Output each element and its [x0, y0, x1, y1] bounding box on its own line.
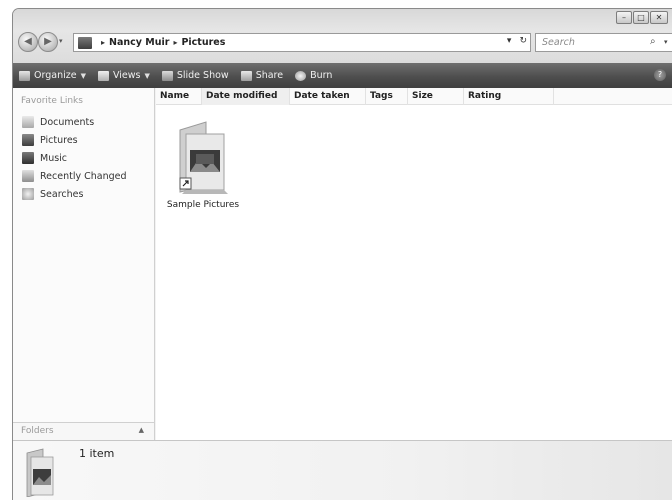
favorite-links-list: Documents Pictures Music Recently Change…	[22, 113, 127, 203]
forward-button[interactable]: ▶	[38, 32, 58, 52]
breadcrumb-pictures[interactable]: Pictures	[181, 37, 225, 48]
sidebar-item-label: Music	[40, 152, 68, 164]
share-label: Share	[255, 70, 284, 81]
refresh-icon[interactable]: ↻	[519, 36, 527, 46]
column-name[interactable]: Name	[156, 88, 202, 105]
views-icon	[97, 70, 109, 81]
favorite-links-header: Favorite Links	[21, 96, 83, 106]
sidebar-item-music[interactable]: Music	[22, 149, 127, 167]
file-list-pane[interactable]: Name Date modified Date taken Tags Size …	[156, 88, 672, 440]
address-actions: ▾ ↻	[507, 36, 527, 46]
address-bar[interactable]: ▸ Nancy Muir ▸ Pictures ▾ ↻	[73, 33, 531, 52]
burn-button[interactable]: Burn	[295, 70, 332, 81]
recently-changed-icon	[22, 170, 34, 182]
search-placeholder: Search	[542, 37, 575, 48]
column-date-taken[interactable]: Date taken	[290, 88, 366, 105]
share-icon	[240, 70, 252, 81]
command-toolbar: Organize ▼ Views ▼ Slide Show Share Burn…	[13, 63, 672, 88]
column-rating[interactable]: Rating	[464, 88, 554, 105]
sidebar-item-recently-changed[interactable]: Recently Changed	[22, 167, 127, 185]
maximize-button[interactable]: □	[633, 11, 649, 24]
sidebar-item-label: Pictures	[40, 134, 78, 146]
pictures-icon	[22, 134, 34, 146]
searches-icon	[22, 188, 34, 200]
chevron-down-icon: ▼	[144, 71, 150, 80]
burn-icon	[295, 70, 307, 81]
column-tags[interactable]: Tags	[366, 88, 408, 105]
breadcrumb-nancy-muir[interactable]: Nancy Muir	[109, 37, 169, 48]
address-dropdown-icon[interactable]: ▾	[507, 36, 512, 46]
slideshow-label: Slide Show	[176, 70, 229, 81]
title-bar: – □ ✕ ◀ ▶ ▾ ▸ Nancy Muir ▸ Pictures ▾ ↻ …	[13, 9, 672, 63]
organize-label: Organize	[34, 70, 77, 81]
organize-icon	[19, 70, 30, 81]
back-button[interactable]: ◀	[18, 32, 38, 52]
organize-button[interactable]: Organize ▼	[19, 70, 86, 81]
minimize-button[interactable]: –	[616, 11, 632, 24]
window-controls: – □ ✕	[616, 11, 668, 24]
documents-icon	[22, 116, 34, 128]
search-icon[interactable]: ⌕	[650, 36, 656, 47]
search-input[interactable]: Search ⌕ ▾	[535, 33, 672, 52]
item-count-text: 1 item	[79, 447, 115, 460]
recent-pages-dropdown[interactable]: ▾	[59, 37, 63, 45]
views-label: Views	[112, 70, 141, 81]
file-name-label: Sample Pictures	[166, 200, 240, 210]
details-pane: 1 item	[13, 440, 672, 500]
music-icon	[22, 152, 34, 164]
navigation-pane: Favorite Links Documents Pictures Music …	[13, 88, 155, 422]
search-dropdown-icon[interactable]: ▾	[664, 38, 668, 46]
sidebar-item-searches[interactable]: Searches	[22, 185, 127, 203]
folder-shortcut-icon	[179, 121, 228, 194]
views-button[interactable]: Views ▼	[97, 70, 150, 81]
chevron-up-icon: ▲	[138, 426, 144, 434]
close-button[interactable]: ✕	[650, 11, 668, 24]
column-size[interactable]: Size	[408, 88, 464, 105]
folders-toggle[interactable]: Folders ▲	[13, 422, 155, 440]
folder-icon	[78, 36, 92, 49]
sidebar-item-documents[interactable]: Documents	[22, 113, 127, 131]
column-headers: Name Date modified Date taken Tags Size …	[156, 88, 672, 105]
breadcrumb-separator-icon[interactable]: ▸	[173, 38, 177, 47]
sidebar-item-label: Documents	[40, 116, 95, 128]
folder-thumbnail-icon	[26, 448, 54, 497]
sidebar-item-pictures[interactable]: Pictures	[22, 131, 127, 149]
explorer-window: – □ ✕ ◀ ▶ ▾ ▸ Nancy Muir ▸ Pictures ▾ ↻ …	[12, 8, 672, 500]
column-date-modified[interactable]: Date modified	[202, 88, 290, 105]
slideshow-icon	[161, 70, 173, 81]
sidebar-item-label: Searches	[40, 188, 84, 200]
help-icon[interactable]: ?	[654, 69, 666, 81]
sidebar-item-label: Recently Changed	[40, 170, 127, 182]
breadcrumb-separator-icon[interactable]: ▸	[101, 38, 105, 47]
share-button[interactable]: Share	[240, 70, 284, 81]
folders-label: Folders	[21, 426, 54, 436]
chevron-down-icon: ▼	[80, 71, 86, 80]
burn-label: Burn	[310, 70, 333, 81]
slideshow-button[interactable]: Slide Show	[161, 70, 229, 81]
